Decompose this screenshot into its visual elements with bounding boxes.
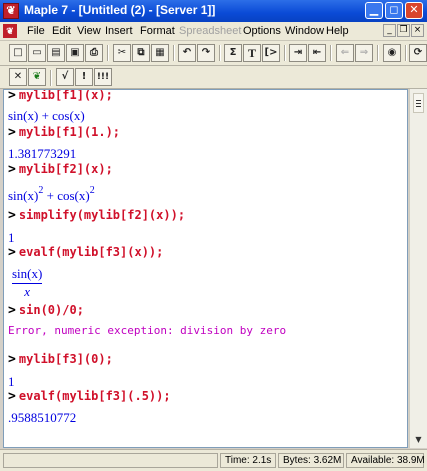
maple-leaf-icon[interactable]: ❦ xyxy=(3,3,19,19)
print-icon[interactable]: ⎙ xyxy=(85,44,103,62)
menu-edit[interactable]: Edit xyxy=(52,25,71,37)
vertical-scrollbar[interactable]: ▲ ▼ xyxy=(409,89,427,448)
prompt: > xyxy=(8,89,16,103)
menu-help[interactable]: Help xyxy=(326,25,349,37)
output-line: 1 xyxy=(8,374,15,389)
output-line: .9588510772 xyxy=(8,410,77,425)
cut-icon[interactable]: ✂ xyxy=(113,44,131,62)
menu-spreadsheet[interactable]: Spreadsheet xyxy=(179,25,241,37)
mdi-minimize-button[interactable]: _ xyxy=(383,24,396,37)
mdi-restore-button[interactable]: ❐ xyxy=(397,24,410,37)
input-command[interactable]: evalf(mylib[f3](.5)); xyxy=(19,389,171,403)
sigma-icon[interactable]: Σ xyxy=(224,44,242,62)
forward-arrow-icon[interactable]: ⇒ xyxy=(355,44,373,62)
copy-icon[interactable]: ⧉ xyxy=(132,44,150,62)
minimize-button[interactable]: ▁ xyxy=(365,2,383,19)
prompt: > xyxy=(8,245,16,260)
numerator: sin(x) xyxy=(12,266,43,284)
close-button[interactable]: ✕ xyxy=(405,2,423,19)
insert-prompt-icon[interactable]: [> xyxy=(262,44,280,62)
worksheet[interactable]: > mylib[f1](x); sin(x) + cos(x) > mylib[… xyxy=(3,89,408,448)
menu-bar: ❦ File Edit View Insert Format Spreadshe… xyxy=(0,22,427,41)
outdent-icon[interactable]: ⇤ xyxy=(308,44,326,62)
input-line[interactable]: > sin(0)/0; xyxy=(8,303,84,318)
save-icon[interactable]: ▣ xyxy=(66,44,84,62)
open-icon[interactable]: ▭ xyxy=(28,44,46,62)
redo-icon[interactable]: ↷ xyxy=(197,44,215,62)
mdi-close-button[interactable]: × xyxy=(411,24,424,37)
stop-icon[interactable]: ◉ xyxy=(383,44,401,62)
input-command[interactable]: evalf(mylib[f3](x)); xyxy=(19,245,164,259)
input-line[interactable]: > mylib[f1](x); xyxy=(8,89,113,103)
input-command[interactable]: mylib[f1](x); xyxy=(19,90,113,102)
prompt: > xyxy=(8,208,16,223)
text-mode-icon[interactable]: ✕ xyxy=(9,68,27,86)
status-bytes: Bytes: 3.62M xyxy=(278,453,344,468)
output-line: sin(x)2 + cos(x)2 xyxy=(8,185,95,203)
menu-format[interactable]: Format xyxy=(140,25,175,37)
input-command[interactable]: mylib[f1](1.); xyxy=(19,125,120,139)
status-time: Time: 2.1s xyxy=(220,453,276,468)
document-icon[interactable]: ❦ xyxy=(3,24,17,38)
execute-all-icon[interactable]: !!! xyxy=(94,68,112,86)
scroll-thumb[interactable] xyxy=(413,93,424,113)
output-line: 1 xyxy=(8,230,15,245)
maple-mode-icon[interactable]: ❦ xyxy=(28,68,46,86)
input-line[interactable]: > mylib[f2](x); xyxy=(8,162,113,177)
prompt: > xyxy=(8,162,16,177)
save-file-icon[interactable]: ▤ xyxy=(47,44,65,62)
text-icon[interactable]: T xyxy=(243,44,261,62)
input-command[interactable]: sin(0)/0; xyxy=(19,303,84,317)
fraction-output: sin(x) x xyxy=(12,266,43,300)
output-line: 1.381773291 xyxy=(8,146,77,161)
input-command[interactable]: mylib[f3](0); xyxy=(19,352,113,366)
input-line[interactable]: > evalf(mylib[f3](.5)); xyxy=(8,389,171,404)
paste-icon[interactable]: ▦ xyxy=(151,44,169,62)
status-available: Available: 38.9M xyxy=(346,453,425,468)
prompt: > xyxy=(8,125,16,140)
menu-file[interactable]: File xyxy=(27,25,45,37)
input-line[interactable]: > simplify(mylib[f2](x)); xyxy=(8,208,185,223)
menu-window[interactable]: Window xyxy=(285,25,324,37)
undo-icon[interactable]: ↶ xyxy=(178,44,196,62)
output-line: sin(x) + cos(x) xyxy=(8,108,85,123)
main-toolbar: □ ▭ ▤ ▣ ⎙ ✂ ⧉ ▦ ↶ ↷ Σ T [> ⇥ ⇤ ⇐ ⇒ ◉ ⟳ xyxy=(0,41,427,66)
denominator: x xyxy=(24,284,31,299)
scroll-down-arrow-icon[interactable]: ▼ xyxy=(411,432,426,447)
prompt: > xyxy=(8,389,16,404)
status-bar: Time: 2.1s Bytes: 3.62M Available: 38.9M xyxy=(0,449,427,471)
math-input-icon[interactable]: √ xyxy=(56,68,74,86)
input-command[interactable]: simplify(mylib[f2](x)); xyxy=(19,208,185,222)
status-message xyxy=(3,453,218,468)
menu-view[interactable]: View xyxy=(77,25,101,37)
input-line[interactable]: > mylib[f3](0); xyxy=(8,352,113,367)
indent-icon[interactable]: ⇥ xyxy=(289,44,307,62)
execute-icon[interactable]: ! xyxy=(75,68,93,86)
prompt: > xyxy=(8,303,16,318)
context-toolbar: ✕ ❦ √ ! !!! xyxy=(0,66,427,89)
window-title: Maple 7 - [Untitled (2) - [Server 1]] xyxy=(24,3,216,17)
prompt: > xyxy=(8,352,16,367)
menu-options[interactable]: Options xyxy=(243,25,281,37)
input-line[interactable]: > mylib[f1](1.); xyxy=(8,125,120,140)
menu-insert[interactable]: Insert xyxy=(105,25,133,37)
title-bar: ❦ Maple 7 - [Untitled (2) - [Server 1]] … xyxy=(0,0,427,22)
restart-icon[interactable]: ⟳ xyxy=(409,44,427,62)
input-command[interactable]: mylib[f2](x); xyxy=(19,162,113,176)
maximize-button[interactable]: ◻ xyxy=(385,2,403,19)
back-arrow-icon[interactable]: ⇐ xyxy=(336,44,354,62)
input-line[interactable]: > evalf(mylib[f3](x)); xyxy=(8,245,163,260)
new-icon[interactable]: □ xyxy=(9,44,27,62)
error-message: Error, numeric exception: division by ze… xyxy=(8,324,287,337)
